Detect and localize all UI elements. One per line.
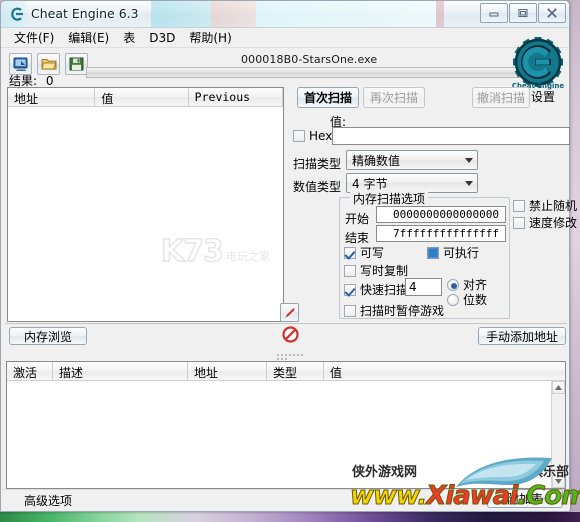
fast-scan-checkbox-box[interactable]	[344, 283, 356, 296]
stop-scan-icon[interactable]	[282, 326, 299, 343]
executable-checkbox[interactable]: 可执行	[427, 244, 479, 261]
alignment-radio-circle[interactable]	[447, 278, 459, 291]
start-address-input[interactable]: 0000000000000000	[376, 206, 506, 223]
scroll-down-icon[interactable]	[552, 475, 565, 488]
process-title: 000018B0-StarsOne.exe	[241, 53, 378, 66]
save-file-button[interactable]	[65, 53, 88, 75]
addr-col-address[interactable]: 地址	[188, 362, 267, 380]
scan-value-input[interactable]	[332, 127, 570, 145]
found-col-previous[interactable]: Previous	[189, 88, 283, 106]
scroll-up-icon[interactable]	[552, 381, 565, 394]
hex-checkbox-label: Hex	[309, 129, 333, 143]
results-count: 0	[45, 74, 54, 88]
scan-progress-bar	[86, 67, 534, 78]
next-scan-button: 再次扫描	[363, 87, 425, 108]
titlebar-glass-c	[211, 1, 256, 27]
chevron-down-icon[interactable]	[465, 158, 473, 163]
executable-checkbox-box[interactable]	[427, 246, 439, 259]
writable-checkbox-label: 可写	[360, 246, 385, 260]
addr-col-type[interactable]: 类型	[267, 362, 324, 380]
writable-checkbox-box[interactable]	[344, 246, 356, 259]
scan-type-select[interactable]: 精确数值	[346, 150, 478, 170]
window-title: Cheat Engine 6.3	[31, 6, 139, 21]
found-col-address[interactable]: 地址	[8, 88, 96, 106]
panel-divider	[5, 323, 567, 325]
titlebar-glass-b	[151, 1, 211, 27]
found-list-body[interactable]	[8, 107, 283, 321]
pause-game-checkbox[interactable]: 扫描时暂停游戏	[344, 302, 444, 319]
lastdigits-radio-label: 位数	[463, 293, 488, 307]
toolbar: 000018B0-StarsOne.exe	[1, 48, 569, 80]
executable-checkbox-label: 可执行	[443, 246, 480, 260]
advanced-options-label[interactable]: 高级选项	[24, 492, 72, 509]
disable-random-checkbox[interactable]: 禁止随机	[513, 197, 577, 214]
lastdigits-radio[interactable]: 位数	[447, 291, 487, 308]
fast-scan-checkbox-label: 快速扫描	[360, 283, 409, 297]
desktop-bottom-edge	[0, 512, 580, 522]
cheat-engine-icon	[9, 6, 26, 23]
fast-scan-value-input[interactable]: 4	[405, 278, 442, 296]
address-table-body[interactable]	[7, 381, 565, 488]
attach-table-button[interactable]: 附加表	[487, 489, 563, 508]
value-type-value: 4 字节	[352, 176, 388, 191]
add-address-button[interactable]: 手动添加地址	[478, 327, 566, 345]
pause-game-checkbox-label: 扫描时暂停游戏	[360, 304, 445, 318]
menu-edit[interactable]: 编辑(E)	[61, 27, 116, 48]
window-controls	[479, 3, 566, 23]
hex-checkbox-box[interactable]	[293, 130, 305, 142]
copy-on-write-checkbox-label: 写时复制	[360, 264, 409, 278]
speedhack-checkbox[interactable]: 速度修改	[513, 214, 577, 231]
addr-col-value[interactable]: 值	[324, 362, 565, 380]
close-button[interactable]	[538, 3, 566, 23]
chevron-down-icon[interactable]	[465, 181, 473, 186]
menu-help[interactable]: 帮助(H)	[182, 27, 238, 48]
minimize-button[interactable]	[480, 3, 508, 23]
memory-scan-options-title: 内存扫描选项	[350, 190, 429, 207]
addr-col-active[interactable]: 激活	[7, 362, 53, 380]
menu-d3d[interactable]: D3D	[142, 29, 182, 47]
splitter-grip[interactable]	[276, 353, 306, 360]
addr-col-description[interactable]: 描述	[53, 362, 188, 380]
address-table-header: 激活 描述 地址 类型 值	[7, 362, 565, 381]
lastdigits-radio-circle[interactable]	[447, 293, 459, 306]
titlebar-glass-d	[256, 1, 436, 27]
address-table-scrollbar[interactable]	[551, 381, 565, 488]
maximize-button[interactable]	[509, 3, 537, 23]
settings-label[interactable]: 设置	[531, 88, 555, 105]
copy-on-write-checkbox-box[interactable]	[344, 264, 356, 277]
value-type-label: 数值类型	[293, 180, 342, 194]
titlebar-glass-e	[436, 1, 444, 27]
speedhack-checkbox-label: 速度修改	[529, 216, 578, 230]
cheat-engine-window: Cheat Engine 6.3 文件(F) 编辑(E) 表 D3D 帮助(H)	[0, 0, 577, 512]
copy-on-write-checkbox[interactable]: 写时复制	[344, 262, 408, 279]
results-label: 结果:	[9, 74, 38, 88]
pointer-scan-button[interactable]	[280, 303, 299, 322]
found-col-value[interactable]: 值	[95, 88, 189, 106]
menu-file[interactable]: 文件(F)	[7, 27, 61, 48]
window-titlebar[interactable]: Cheat Engine 6.3	[1, 1, 569, 28]
cheat-engine-logo: Cheat Engine	[509, 37, 567, 93]
fast-scan-checkbox[interactable]: 快速扫描	[344, 281, 408, 298]
desktop-right-edge	[570, 0, 580, 522]
pause-game-checkbox-box[interactable]	[344, 304, 356, 317]
undo-scan-button: 撤消扫描	[472, 87, 530, 108]
scan-type-value: 精确数值	[352, 153, 401, 168]
memory-view-button[interactable]: 内存浏览	[9, 327, 87, 345]
disable-random-checkbox-label: 禁止随机	[529, 199, 578, 213]
first-scan-button[interactable]: 首次扫描	[297, 87, 359, 108]
speedhack-checkbox-box[interactable]	[513, 216, 525, 229]
disable-random-checkbox-box[interactable]	[513, 199, 525, 212]
scan-type-label: 扫描类型	[293, 157, 342, 171]
hex-checkbox[interactable]: Hex	[293, 129, 332, 143]
start-label: 开始	[345, 212, 370, 226]
cheat-address-table[interactable]: 激活 描述 地址 类型 值	[6, 361, 566, 489]
advanced-options-bar[interactable]: 高级选项	[2, 489, 570, 510]
found-address-list[interactable]: 地址 值 Previous	[7, 87, 284, 322]
found-list-header: 地址 值 Previous	[8, 88, 283, 107]
menubar: 文件(F) 编辑(E) 表 D3D 帮助(H)	[1, 28, 569, 48]
stop-address-input[interactable]: 7fffffffffffffff	[376, 225, 506, 242]
menu-table[interactable]: 表	[116, 27, 142, 48]
writable-checkbox[interactable]: 可写	[344, 244, 384, 261]
